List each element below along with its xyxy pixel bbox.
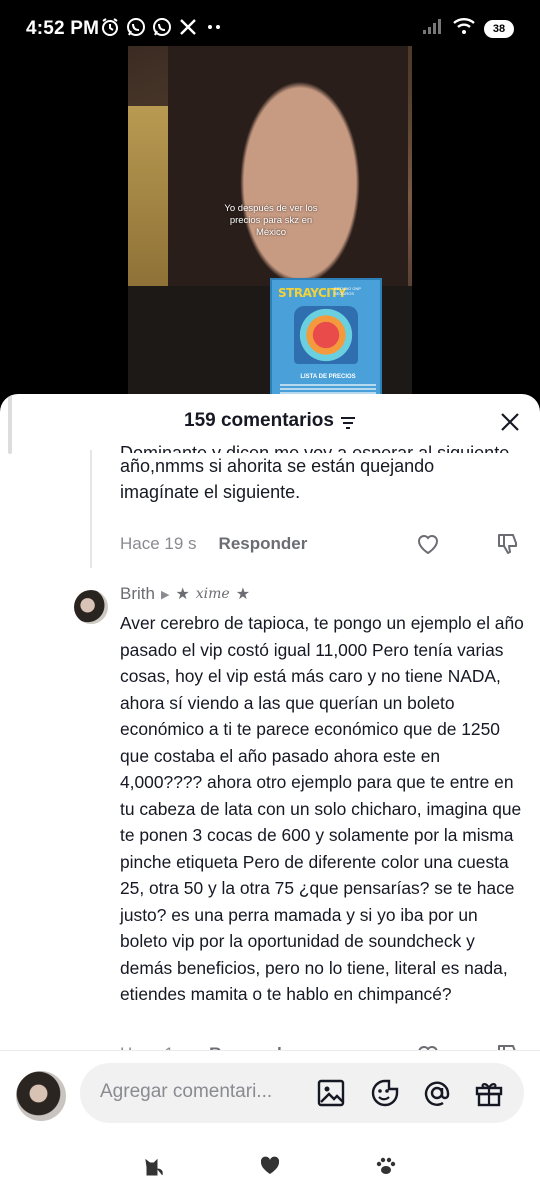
comment-input[interactable]: Agregar comentari... (80, 1063, 524, 1123)
reply-line-1: año,nmms si ahorita se están quejando (120, 456, 435, 476)
sort-filter-icon[interactable] (340, 414, 356, 429)
heart-icon[interactable] (259, 1155, 281, 1177)
reply-comment-text: Dominante y dicen me voy a esperar al si… (120, 440, 520, 505)
poster-list-label: LISTA DE PRECIOS (300, 374, 356, 380)
battery-indicator: 38 (484, 19, 514, 38)
status-system-icons: 38 (422, 17, 514, 40)
comments-count-title: 159 comentarios (184, 410, 334, 431)
wifi-icon (452, 17, 476, 40)
reply-meta: Hace 19 s Responder (120, 529, 525, 559)
reply-clipped-line: Dominante y dicen me voy a esperar al si… (120, 443, 510, 453)
star-icon: ★ (175, 586, 190, 603)
dislike-thumb-icon[interactable] (495, 531, 521, 557)
star-icon: ★ (235, 586, 251, 603)
mention-icon[interactable] (422, 1078, 452, 1108)
video-preview[interactable]: Yo después de ver los precios para skz e… (128, 46, 412, 406)
whatsapp-icon (126, 17, 146, 37)
x-icon (178, 17, 198, 37)
thread-line (90, 450, 92, 568)
emoji-sticker-icon[interactable] (370, 1078, 400, 1108)
whatsapp-icon (152, 17, 172, 37)
comment-input-bar: Agregar comentari... (0, 1050, 540, 1140)
poster-subtitle: ESTADIO GNP SEGUROS (334, 286, 361, 296)
more-dots-icon (204, 17, 224, 37)
status-notification-icons (100, 17, 224, 37)
stadium-map (294, 306, 358, 364)
like-heart-icon[interactable] (415, 531, 441, 557)
reply-arrow-icon: ▶ (160, 588, 170, 601)
reply-line-2: imagínate el siguiente. (120, 482, 301, 502)
avatar[interactable] (16, 1071, 66, 1121)
comment-input-placeholder[interactable]: Agregar comentari... (100, 1081, 272, 1103)
reply-button[interactable]: Responder (219, 534, 308, 554)
comments-header: 159 comentarios (0, 410, 540, 440)
status-time: 4:52 PM (26, 18, 100, 39)
gift-icon[interactable] (474, 1078, 504, 1108)
video-caption: Yo después de ver los precios para skz e… (224, 203, 318, 238)
reply-to-username[interactable]: xime (196, 586, 230, 602)
reply-time: Hace 19 s (120, 534, 197, 553)
image-icon[interactable] (316, 1078, 346, 1108)
comment-body: Aver cerebro de tapioca, te pongo un eje… (120, 613, 524, 1004)
signal-icon (422, 17, 444, 40)
comment-username[interactable]: Brith (120, 584, 155, 604)
system-nav-bar (0, 1140, 540, 1199)
price-poster: STRAYCITY ESTADIO GNP SEGUROS LISTA DE P… (270, 278, 382, 406)
avatar[interactable] (74, 590, 108, 624)
alarm-icon (100, 17, 120, 37)
cat-icon[interactable] (143, 1155, 165, 1177)
close-icon[interactable] (498, 410, 522, 434)
comments-title-group: 159 comentarios (184, 410, 356, 432)
comment-user-row: Brith ▶ ★ xime ★ (120, 584, 250, 604)
paw-icon[interactable] (375, 1155, 397, 1177)
